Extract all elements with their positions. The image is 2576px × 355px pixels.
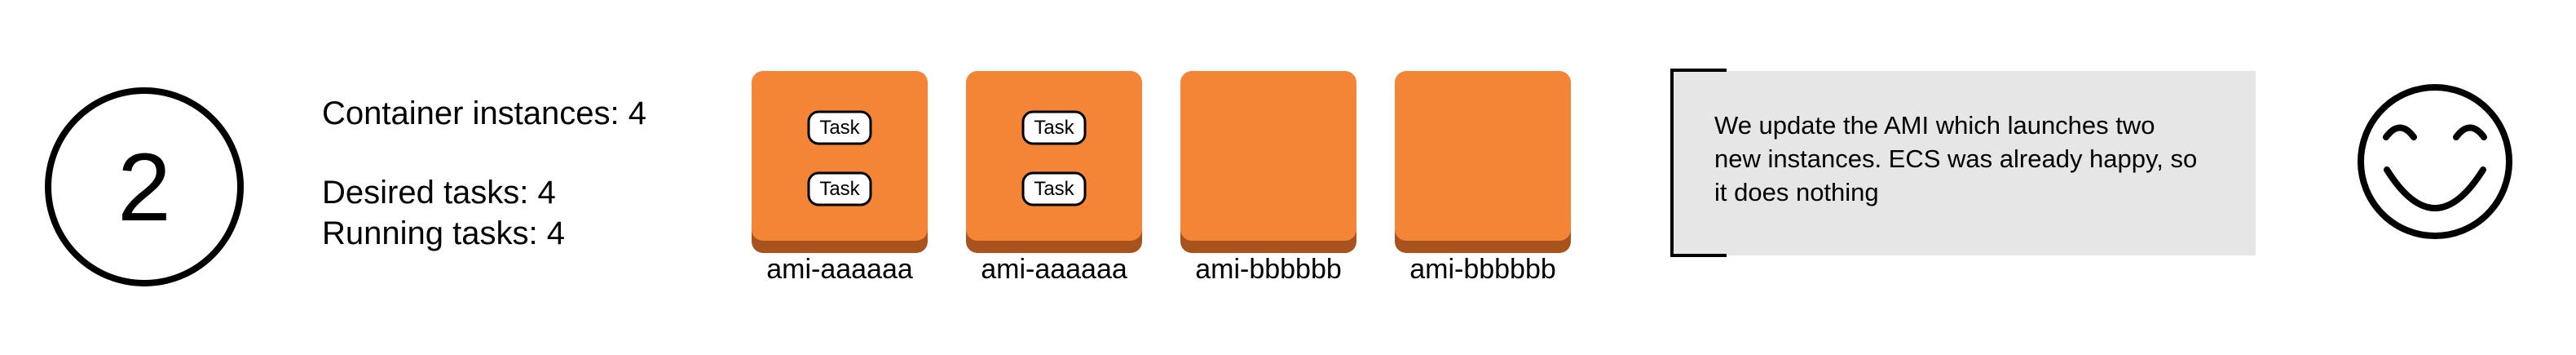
smiley-face-icon — [2358, 84, 2512, 239]
instance-body-2 — [966, 71, 1142, 241]
note-line-3: it does nothing — [1714, 178, 1879, 206]
note-line-2: new instances. ECS was already happy, so — [1714, 144, 2197, 173]
instance-card-1: Task Task ami-aaaaaa — [752, 71, 928, 285]
task-label-1-2: Task — [819, 178, 860, 200]
stats-block: Container instances: 4 Desired tasks: 4 … — [322, 95, 646, 251]
step-number: 2 — [117, 134, 171, 242]
task-chip-1-1: Task — [807, 110, 872, 145]
instance-body-4 — [1395, 71, 1571, 241]
instance-label-2: ami-aaaaaa — [981, 254, 1127, 285]
running-tasks-count: Running tasks: 4 — [322, 215, 565, 251]
note-callout: We update the AMI which launches two new… — [1670, 69, 2256, 257]
instance-group: Task Task ami-aaaaaa Task Task ami-aaaaa… — [752, 71, 1571, 285]
task-chip-2-2: Task — [1021, 171, 1087, 206]
instance-card-4: ami-bbbbbb — [1395, 71, 1571, 285]
instance-label-3: ami-bbbbbb — [1195, 254, 1342, 285]
instance-label-1: ami-aaaaaa — [766, 254, 913, 285]
instance-body-1 — [752, 71, 928, 241]
instance-label-4: ami-bbbbbb — [1409, 254, 1556, 285]
task-chip-1-2: Task — [807, 171, 872, 206]
desired-tasks-count: Desired tasks: 4 — [322, 175, 556, 211]
ecs-instance-update-diagram: 2 Container instances: 4 Desired tasks: … — [45, 69, 2512, 286]
note-line-1: We update the AMI which launches two — [1714, 111, 2155, 140]
instance-card-3: ami-bbbbbb — [1180, 71, 1356, 285]
task-chip-2-1: Task — [1021, 110, 1087, 145]
instance-body-3 — [1180, 71, 1356, 241]
task-label-2-2: Task — [1034, 178, 1074, 200]
task-label-2-1: Task — [1034, 117, 1074, 139]
smiley-face-outline — [2358, 84, 2512, 239]
container-instances-count: Container instances: 4 — [322, 95, 646, 131]
step-marker: 2 — [45, 87, 244, 286]
instance-card-2: Task Task ami-aaaaaa — [966, 71, 1142, 285]
task-label-1-1: Task — [819, 117, 860, 139]
